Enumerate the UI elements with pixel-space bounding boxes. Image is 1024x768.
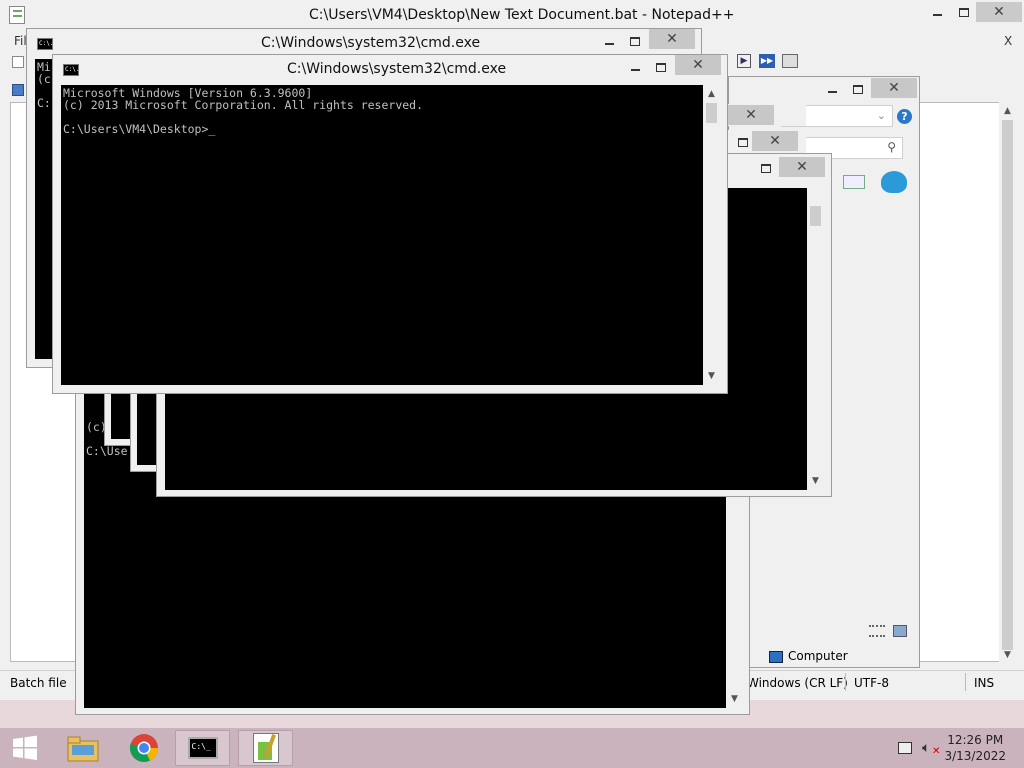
cmd-lower-line-3: C:\Use (86, 444, 128, 458)
cmd-back-line-2: (c (37, 72, 51, 86)
play-macro-icon[interactable]: ▶ (737, 54, 751, 68)
notepadpp-vertical-scrollbar[interactable]: ▲ ▼ (999, 102, 1016, 664)
search-icon[interactable]: ⚲ (887, 140, 896, 154)
notepadpp-close-doc-button[interactable]: X (1004, 34, 1012, 48)
explorer-minimize-button[interactable] (819, 79, 845, 99)
cmd-back-minimize-button[interactable] (596, 31, 622, 51)
save-macro-icon[interactable] (782, 54, 798, 68)
cmd-back-line-4: C: (37, 96, 51, 110)
explorer-stack-title-2: ✕ (728, 130, 806, 154)
windows-logo-icon (13, 735, 37, 760)
taskbar: C:\_ 🔈︎ ✕ 12:26 PM 3/13/2022 (0, 728, 1024, 768)
start-button[interactable] (0, 730, 50, 766)
explorer-stack-title-1: ✕ (728, 104, 806, 126)
cmd-middle-maximize-button[interactable] (753, 158, 779, 178)
new-file-icon[interactable] (12, 56, 24, 68)
help-icon[interactable]: ? (897, 109, 912, 124)
cmd-front-maximize-button[interactable] (648, 57, 674, 77)
status-encoding: UTF-8 (854, 676, 889, 690)
details-view-icon[interactable] (869, 625, 885, 637)
shell-icon[interactable] (881, 171, 907, 193)
clock-time: 12:26 PM (947, 733, 1004, 747)
cmd-middle-close-button[interactable]: ✕ (779, 157, 825, 177)
explorer-close-button[interactable]: ✕ (871, 78, 917, 98)
notepadpp-titlebar[interactable]: C:\Users\VM4\Desktop\New Text Document.b… (0, 0, 1024, 30)
save-icon[interactable] (12, 84, 24, 96)
chrome-icon (129, 734, 158, 762)
computer-icon (769, 651, 783, 663)
status-eol: Windows (CR LF) (747, 676, 848, 690)
cmd-back-maximize-button[interactable] (622, 31, 648, 51)
status-file-type: Batch file (10, 676, 67, 690)
notepadpp-app-icon (9, 6, 25, 24)
notepadpp-close-button[interactable]: ✕ (976, 2, 1022, 22)
cmd-front-line-2: (c) 2013 Microsoft Corporation. All righ… (63, 98, 424, 112)
cmd-window-front: C:\. C:\Windows\system32\cmd.exe ✕ Micro… (52, 54, 728, 394)
command-prompt-icon: C:\_ (187, 737, 218, 759)
large-icons-view-icon[interactable] (893, 625, 907, 637)
notepad-plus-plus-icon (252, 733, 279, 763)
address-dropdown-icon[interactable]: ⌄ (877, 109, 886, 122)
system-clock[interactable]: 12:26 PM 3/13/2022 (944, 732, 1006, 764)
cmd-front-minimize-button[interactable] (622, 57, 648, 77)
cmd-front-title: C:\Windows\system32\cmd.exe (287, 61, 507, 77)
taskbar-command-prompt[interactable]: C:\_ (175, 730, 230, 766)
stacked-close-button-2[interactable]: ✕ (752, 131, 798, 151)
taskbar-notepad-plus-plus[interactable] (238, 730, 293, 766)
cmd-front-close-button[interactable]: ✕ (675, 55, 721, 75)
cmd-back-icon: C:\. (37, 38, 53, 50)
notepadpp-title: C:\Users\VM4\Desktop\New Text Document.b… (309, 7, 735, 23)
notepadpp-minimize-button[interactable] (924, 2, 950, 22)
cmd-front-icon: C:\. (63, 64, 79, 76)
cmd-back-title: C:\Windows\system32\cmd.exe (261, 35, 481, 51)
volume-muted-icon[interactable]: 🔈︎ (922, 740, 930, 756)
notepadpp-menu-file[interactable]: Fil (14, 34, 27, 48)
cmd-front-prompt: C:\Users\VM4\Desktop>_ (63, 122, 216, 136)
mute-x-icon: ✕ (932, 746, 941, 757)
notepadpp-maximize-button[interactable] (951, 2, 977, 22)
cmd-back-close-button[interactable]: ✕ (649, 29, 695, 49)
taskbar-file-explorer[interactable] (55, 730, 110, 766)
status-insert-mode: INS (974, 676, 995, 690)
stacked-close-button-1[interactable]: ✕ (728, 105, 774, 125)
explorer-maximize-button[interactable] (845, 79, 871, 99)
cmd-middle-scrollbar[interactable]: ▼ (807, 188, 824, 490)
network-icon[interactable] (898, 742, 912, 754)
folder-icon (67, 736, 98, 762)
taskbar-chrome[interactable] (116, 730, 171, 766)
explorer-status-computer: Computer (788, 649, 848, 663)
run-macro-multiple-icon[interactable]: ▶▶ (759, 54, 775, 68)
cmd-front-console[interactable]: Microsoft Windows [Version 6.3.9600] (c)… (61, 85, 703, 385)
clock-date: 3/13/2022 (944, 749, 1006, 763)
email-icon[interactable] (843, 175, 865, 189)
cmd-front-scrollbar[interactable]: ▲ ▼ (703, 85, 720, 385)
